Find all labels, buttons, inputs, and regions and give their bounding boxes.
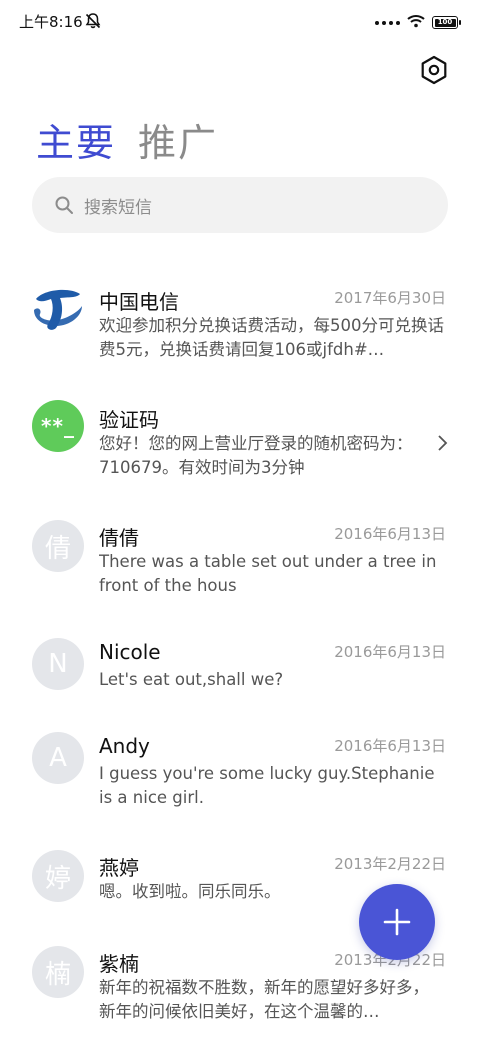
contact-name: Nicole: [99, 640, 161, 664]
status-bar: 上午8:16 100: [0, 0, 480, 40]
search-placeholder: 搜索短信: [84, 197, 152, 218]
china-telecom-logo-icon: [32, 282, 84, 334]
search-input[interactable]: 搜索短信: [32, 177, 448, 233]
avatar: 楠: [32, 946, 84, 998]
avatar: **_: [32, 400, 84, 452]
chevron-right-icon: [436, 434, 448, 456]
message-preview: There was a table set out under a tree i…: [99, 552, 437, 595]
avatar: 倩: [32, 520, 84, 572]
contact-name: 燕婷: [99, 856, 139, 880]
message-preview: 您好！您的网上营业厅登录的随机密码为：710679。有效时间为3分钟: [99, 434, 413, 477]
contact-name: 验证码: [99, 408, 159, 432]
contact-name: 中国电信: [99, 290, 179, 314]
signal-dots-icon: [375, 20, 400, 25]
plus-icon: [383, 908, 411, 936]
message-date: 2016年6月13日: [334, 525, 446, 543]
message-preview: I guess you're some lucky guy.Stephanie …: [99, 764, 435, 807]
contact-name: 紫楠: [99, 952, 139, 976]
list-item-verification[interactable]: **_ 验证码 您好！您的网上营业厅登录的随机密码为：710679。有效时间为3…: [0, 376, 480, 494]
new-message-button[interactable]: [359, 884, 435, 960]
message-date: 2016年6月13日: [334, 737, 446, 755]
message-preview: 欢迎参加积分兑换话费活动，每500分可兑换话费5元，兑换话费请回复106或jfd…: [99, 316, 444, 359]
settings-hexagon-icon: [421, 55, 447, 85]
tab-promotions[interactable]: 推广: [138, 112, 218, 167]
category-tabs: 主要 推广: [36, 112, 218, 167]
search-icon: [55, 196, 73, 214]
tab-primary[interactable]: 主要: [36, 112, 116, 167]
battery-icon: 100: [432, 16, 461, 29]
message-preview: Let's eat out,shall we?: [99, 670, 284, 689]
settings-button[interactable]: [418, 54, 450, 86]
battery-level: 100: [437, 18, 453, 26]
list-item-nicole[interactable]: N Nicole 2016年6月13日 Let's eat out,shall …: [0, 612, 480, 706]
mute-bell-icon: [84, 12, 102, 34]
list-item-qianqian[interactable]: 倩 倩倩 2016年6月13日 There was a table set ou…: [0, 494, 480, 612]
message-preview: 新年的祝福数不胜数，新年的愿望好多好多，新年的问候依旧美好，在这个温馨的…: [99, 978, 429, 1021]
status-time: 上午8:16: [19, 13, 83, 31]
message-date: 2016年6月13日: [334, 643, 446, 661]
avatar: N: [32, 638, 84, 690]
wifi-icon: [407, 13, 425, 32]
avatar: A: [32, 732, 84, 784]
message-date: 2017年6月30日: [334, 289, 446, 307]
avatar: 婷: [32, 850, 84, 902]
message-date: 2013年2月22日: [334, 855, 446, 873]
contact-name: 倩倩: [99, 526, 139, 550]
list-item-andy[interactable]: A Andy 2016年6月13日 I guess you're some lu…: [0, 706, 480, 824]
list-item-telecom[interactable]: 中国电信 2017年6月30日 欢迎参加积分兑换话费活动，每500分可兑换话费5…: [0, 258, 480, 376]
contact-name: Andy: [99, 734, 150, 758]
